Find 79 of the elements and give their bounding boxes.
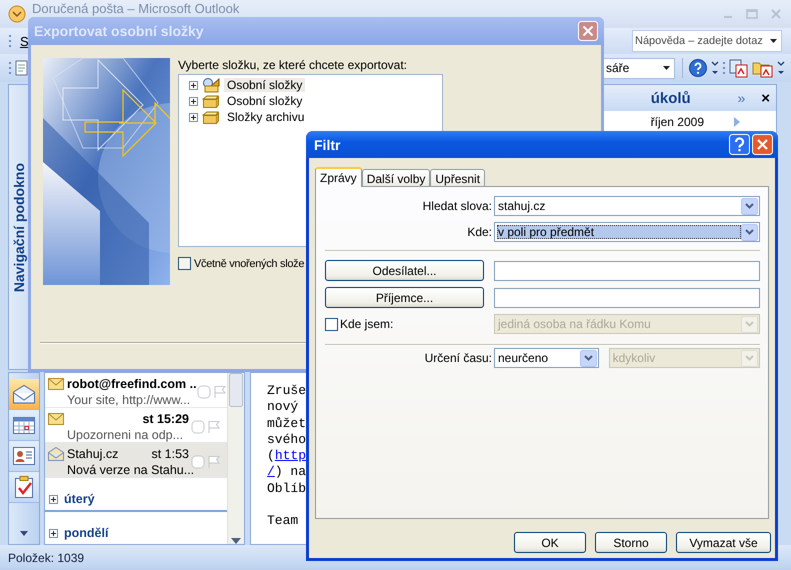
calendar-icon[interactable] — [12, 415, 36, 435]
expand-icon[interactable] — [189, 80, 198, 90]
expand-button[interactable]: » — [737, 90, 746, 106]
message-time: st 15:29 — [142, 412, 190, 426]
message-preview: Upozorneni na odp... — [67, 428, 184, 442]
personal-folder-icon — [202, 77, 220, 93]
view-search-field[interactable]: sáře — [603, 58, 675, 78]
message-body-text: ) na — [274, 464, 306, 480]
message-body-line: nový — [267, 399, 298, 416]
help-search-field[interactable]: Nápověda – zadejte dotaz — [632, 30, 782, 52]
mail-icon[interactable] — [12, 384, 36, 404]
scrollbar-thumb[interactable] — [229, 373, 243, 407]
caret-icon[interactable] — [769, 37, 778, 45]
expand-icon[interactable] — [49, 494, 58, 504]
message-time: st 1:53 — [151, 446, 190, 460]
link[interactable]: / — [267, 464, 275, 480]
checkbox-label: Kde jsem: — [340, 317, 394, 331]
recipient-field[interactable] — [494, 288, 760, 308]
menu-item[interactable]: S — [20, 34, 29, 48]
folder-tree-item[interactable]: Složky archivu — [224, 110, 308, 124]
expand-icon[interactable] — [189, 96, 198, 106]
toolbar-grip-icon — [8, 33, 12, 49]
expand-icon[interactable] — [189, 112, 198, 122]
group-header[interactable]: úterý — [64, 492, 95, 506]
message-body-line: Oblíb — [267, 480, 306, 498]
close-icon[interactable] — [578, 21, 598, 41]
message-body-line: svého — [267, 432, 306, 448]
close-button[interactable]: × — [761, 90, 770, 106]
folder-tree-item[interactable]: Osobní složky — [224, 78, 306, 92]
dialog-button[interactable]: Storno — [595, 532, 667, 553]
toolbar-grip-icon — [722, 60, 726, 76]
close-icon[interactable] — [752, 134, 773, 155]
checkbox-label: Včetně vnořených slože — [194, 258, 304, 270]
time-combo[interactable]: neurčeno — [494, 348, 599, 368]
field-label: Určení času: — [424, 351, 492, 365]
folder-stack-icon — [202, 93, 220, 109]
message-body-text: ( — [267, 448, 275, 464]
field-label: Hledat slova: — [422, 199, 492, 213]
contact-card-icon[interactable] — [12, 446, 36, 466]
tab[interactable]: Zprávy — [315, 167, 362, 187]
message-body-line: můžet — [267, 416, 306, 432]
outlook-icon[interactable] — [8, 5, 26, 23]
help-icon[interactable] — [688, 58, 708, 78]
task-checklist-icon[interactable] — [12, 475, 36, 499]
field-label: Kde: — [467, 225, 492, 239]
sender-field[interactable] — [494, 260, 760, 280]
more-buttons-icon[interactable] — [20, 531, 28, 536]
folder-prompt: Vyberte složku, ze které chcete exportovat: — [178, 58, 408, 72]
group-header[interactable]: pondělí — [64, 526, 108, 540]
message-sender: robot@freefind.com .. — [67, 376, 197, 390]
tab[interactable]: Další volby — [362, 169, 430, 186]
link[interactable]: http — [274, 448, 306, 464]
window-title: Doručená pošta – Microsoft Outlook — [32, 2, 240, 16]
status-bar-text: Položek: 1039 — [8, 550, 84, 564]
dialog-button[interactable]: Vymazat vše — [676, 532, 771, 553]
recipient-button[interactable]: Příjemce... — [325, 287, 484, 308]
message-preview: Nová verze na Stahu... — [67, 463, 191, 477]
todo-bar-title: úkolů — [650, 90, 691, 106]
message-preview: Your site, http://www... — [67, 393, 192, 407]
tab[interactable]: Upřesnit — [430, 169, 486, 186]
sender-button[interactable]: Odesílatel... — [325, 260, 484, 281]
dialog-button[interactable]: OK — [514, 532, 586, 553]
message-body-line: Zruše — [267, 383, 306, 400]
toolbar-grip-icon — [8, 60, 12, 76]
caret-icon[interactable] — [662, 64, 671, 72]
expand-icon[interactable] — [49, 528, 58, 538]
folder-stack-icon — [202, 109, 220, 125]
message-body-line: Team — [267, 513, 298, 530]
toolbar-overflow-icon[interactable] — [776, 59, 786, 77]
calendar-month: říjen 2009 — [650, 115, 704, 129]
checkbox[interactable] — [178, 257, 191, 270]
message-sender: Stahuj.cz — [67, 446, 120, 460]
export-pdf-icon[interactable] — [728, 58, 750, 78]
search-words-combo[interactable]: stahuj.cz — [494, 196, 760, 216]
dialog-title: Exportovat osobní složky — [34, 23, 205, 39]
toolbar-overflow-icon[interactable] — [710, 59, 720, 77]
folder-tree-item[interactable]: Osobní složky — [224, 94, 306, 108]
location-combo[interactable]: v poli pro předmět — [494, 222, 760, 242]
dialog-title: Filtr — [314, 136, 342, 152]
